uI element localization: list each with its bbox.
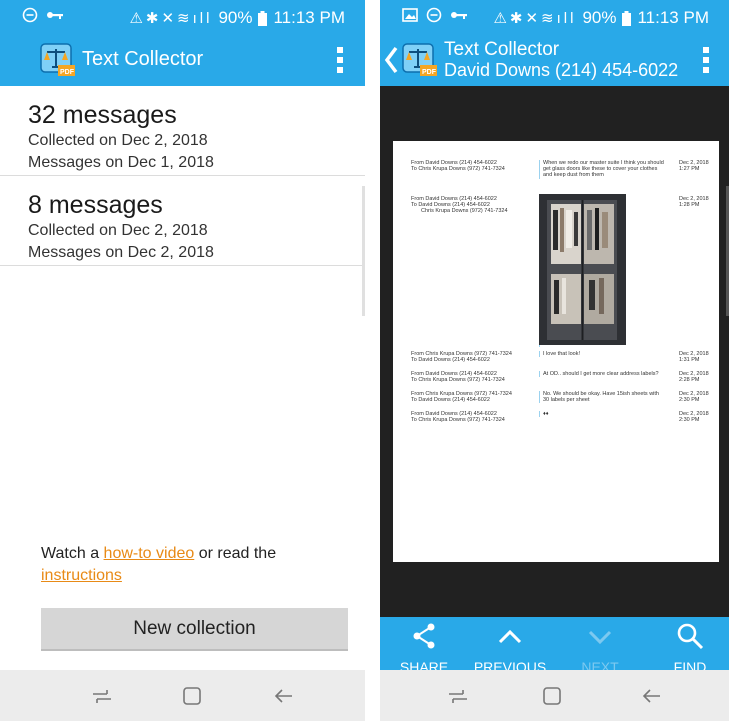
chevron-down-icon (588, 630, 612, 645)
how-to-video-link[interactable]: how-to video (104, 545, 195, 562)
find-button[interactable]: FIND (670, 621, 710, 675)
collection-list: 32 messages Collected on Dec 2, 2018 Mes… (0, 86, 365, 266)
back-icon[interactable] (272, 684, 296, 708)
back-chevron-icon[interactable] (384, 46, 398, 74)
closet-photo (539, 194, 626, 345)
battery-icon (258, 10, 268, 26)
status-icons: ⚠✱✕≋ıll (493, 10, 577, 27)
key-icon (451, 12, 467, 19)
system-nav-bar (380, 670, 729, 721)
scroll-edge (362, 186, 365, 316)
message-count: 8 messages (28, 191, 163, 219)
new-collection-button[interactable]: New collection (41, 608, 348, 651)
chevron-up-icon (498, 629, 522, 644)
battery-icon (622, 10, 632, 26)
svg-text:PDF: PDF (422, 69, 437, 76)
battery-percent: 90% (218, 8, 253, 27)
app-logo-icon: PDF (402, 43, 437, 76)
messages-date: Messages on Dec 1, 2018 (28, 154, 214, 171)
status-bar: ⚠✱✕≋ıll 90% 11:13 PM (380, 0, 729, 36)
next-button[interactable]: NEXT (580, 621, 620, 675)
overflow-menu-button[interactable] (337, 47, 343, 73)
message-count: 32 messages (28, 101, 177, 129)
left-screen: ⚠✱✕≋ıll 90% 11:13 PM PDF Text Collector … (0, 0, 365, 721)
instructions-link[interactable]: instructions (41, 567, 122, 584)
search-icon (677, 623, 704, 650)
messages-date: Messages on Dec 2, 2018 (28, 244, 214, 261)
dnd-icon (426, 7, 442, 23)
collection-item[interactable]: 32 messages Collected on Dec 2, 2018 Mes… (0, 86, 365, 176)
contact-subtitle: David Downs (214) 454-6022 (444, 60, 679, 80)
app-title: Text Collector (444, 39, 560, 60)
home-icon[interactable] (540, 684, 564, 708)
help-text: Watch a how-to video or read the instruc… (41, 545, 277, 584)
share-icon (413, 623, 435, 649)
right-screen: ⚠✱✕≋ıll 90% 11:13 PM PDF Text Collector … (380, 0, 729, 721)
app-bar: PDF Text Collector David Downs (214) 454… (380, 36, 729, 86)
collection-item[interactable]: 8 messages Collected on Dec 2, 2018 Mess… (0, 176, 365, 266)
recents-icon[interactable] (90, 684, 114, 708)
back-icon[interactable] (640, 684, 664, 708)
app-bar: PDF Text Collector (0, 36, 365, 86)
home-icon[interactable] (180, 684, 204, 708)
collected-date: Collected on Dec 2, 2018 (28, 132, 208, 149)
clock: 11:13 PM (273, 8, 345, 27)
dnd-icon (22, 7, 38, 23)
system-nav-bar (0, 670, 365, 721)
app-logo-icon: PDF (40, 43, 75, 76)
overflow-menu-button[interactable] (703, 47, 709, 73)
previous-button[interactable]: PREVIOUS (474, 621, 546, 675)
pdf-page: From David Downs (214) 454-6022 To Chris … (393, 141, 719, 562)
status-icons: ⚠✱✕≋ıll (129, 10, 213, 27)
bottom-toolbar: SHARE PREVIOUS NEXT FIND (380, 617, 729, 675)
collected-date: Collected on Dec 2, 2018 (28, 222, 208, 239)
image-icon (402, 8, 418, 22)
status-bar: ⚠✱✕≋ıll 90% 11:13 PM (0, 0, 365, 36)
clock: 11:13 PM (637, 8, 709, 27)
battery-percent: 90% (582, 8, 617, 27)
share-button[interactable]: SHARE (400, 621, 448, 675)
key-icon (47, 12, 63, 19)
svg-text:PDF: PDF (60, 69, 75, 76)
recents-icon[interactable] (446, 684, 470, 708)
app-title: Text Collector (82, 48, 204, 70)
